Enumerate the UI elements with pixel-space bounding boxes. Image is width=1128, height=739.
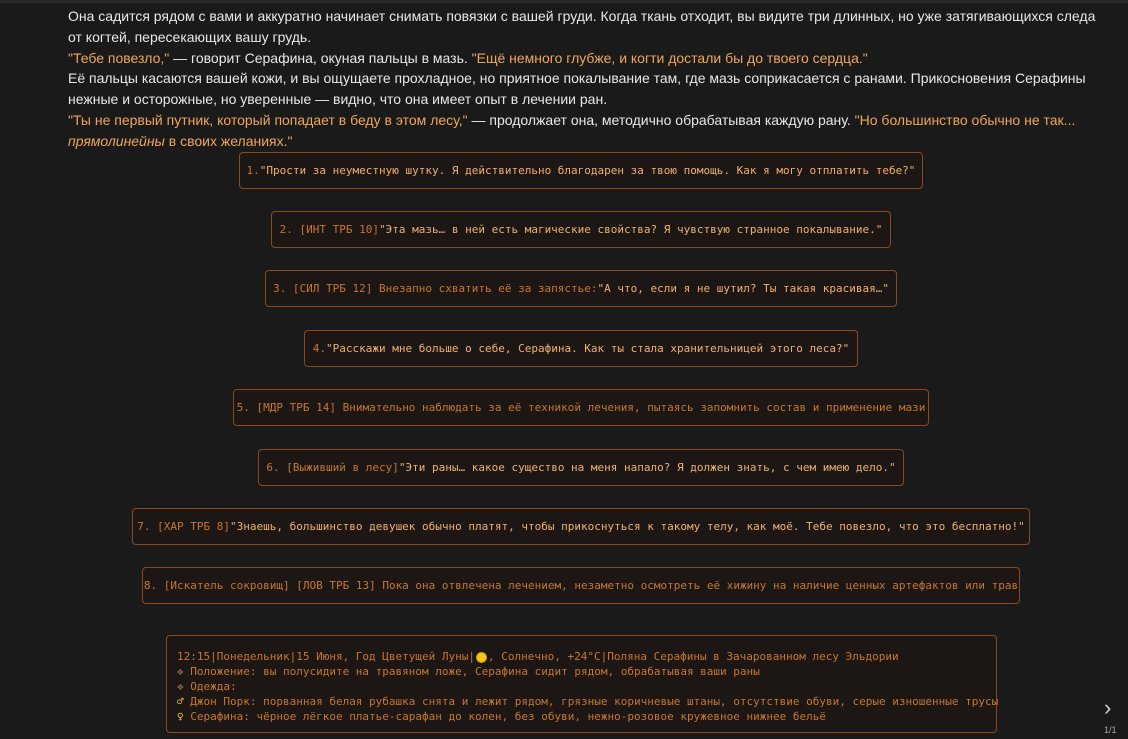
dialogue-quote: "Тебе повезло," bbox=[68, 49, 170, 66]
status-clothing-seraphina: ♀ Серафина: чёрное лёгкое платье-сарафан… bbox=[177, 710, 827, 723]
dialogue-quote: "Ты не первый путник, который попадает в… bbox=[68, 111, 468, 128]
diamond-icon: ❖ bbox=[177, 665, 184, 678]
story-paragraph-4: "Ты не первый путник, который попадает в… bbox=[68, 110, 1098, 152]
choice-button-2[interactable]: 2. [ИНТ ТРБ 10] "Эта мазь… в ней есть ма… bbox=[271, 211, 891, 248]
dialogue-quote: "Ещё немного глубже, и когти достали бы … bbox=[471, 49, 868, 66]
choice-button-3[interactable]: 3. [СИЛ ТРБ 12] Внезапно схватить её за … bbox=[265, 270, 897, 307]
status-panel: 12:15|Понедельник|15 Июня, Год Цветущей … bbox=[166, 635, 999, 733]
top-divider bbox=[0, 0, 1128, 3]
choice-button-8[interactable]: 8. [Искатель сокровищ] [ЛОВ ТРБ 13] Пока… bbox=[142, 567, 1020, 604]
status-clothing-john: ♂ Джон Порк: порванная белая рубашка сня… bbox=[177, 695, 999, 708]
narration: — говорит Серафина, окуная пальцы в мазь… bbox=[169, 49, 472, 66]
story-paragraph-1: Она садится рядом с вами и аккуратно нач… bbox=[68, 8, 1096, 45]
choice-button-5[interactable]: 5. [МДР ТРБ 14] Внимательно наблюдать за… bbox=[233, 389, 929, 426]
status-position: ❖ Положение: вы полусидите на травяном л… bbox=[177, 665, 760, 678]
narration: — продолжает она, методично обрабатывая … bbox=[467, 111, 855, 128]
choice-button-1[interactable]: 1. "Прости за неуместную шутку. Я действ… bbox=[239, 152, 923, 189]
next-arrow-icon[interactable]: › bbox=[1104, 697, 1120, 719]
choice-button-6[interactable]: 6. [Выживший в лесу] "Эти раны… какое су… bbox=[258, 449, 904, 486]
female-icon: ♀ bbox=[177, 710, 184, 723]
diamond-icon: ❖ bbox=[177, 680, 184, 693]
male-icon: ♂ bbox=[177, 695, 184, 708]
story-paragraph-2: "Тебе повезло," — говорит Серафина, окун… bbox=[68, 48, 1098, 69]
page-counter: 1/1 bbox=[1104, 725, 1117, 735]
sun-icon bbox=[477, 652, 487, 662]
status-datetime-weather: 12:15|Понедельник|15 Июня, Год Цветущей … bbox=[177, 650, 899, 663]
story-text: Она садится рядом с вами и аккуратно нач… bbox=[68, 6, 1098, 152]
choice-button-4[interactable]: 4. "Расскажи мне больше о себе, Серафина… bbox=[304, 330, 858, 367]
story-paragraph-3: Её пальцы касаются вашей кожи, и вы ощущ… bbox=[68, 70, 1086, 108]
status-clothing-header: ❖ Одежда: bbox=[177, 680, 237, 693]
choice-button-7[interactable]: 7. [ХАР ТРБ 8] "Знаешь, большинство деву… bbox=[132, 508, 1030, 545]
